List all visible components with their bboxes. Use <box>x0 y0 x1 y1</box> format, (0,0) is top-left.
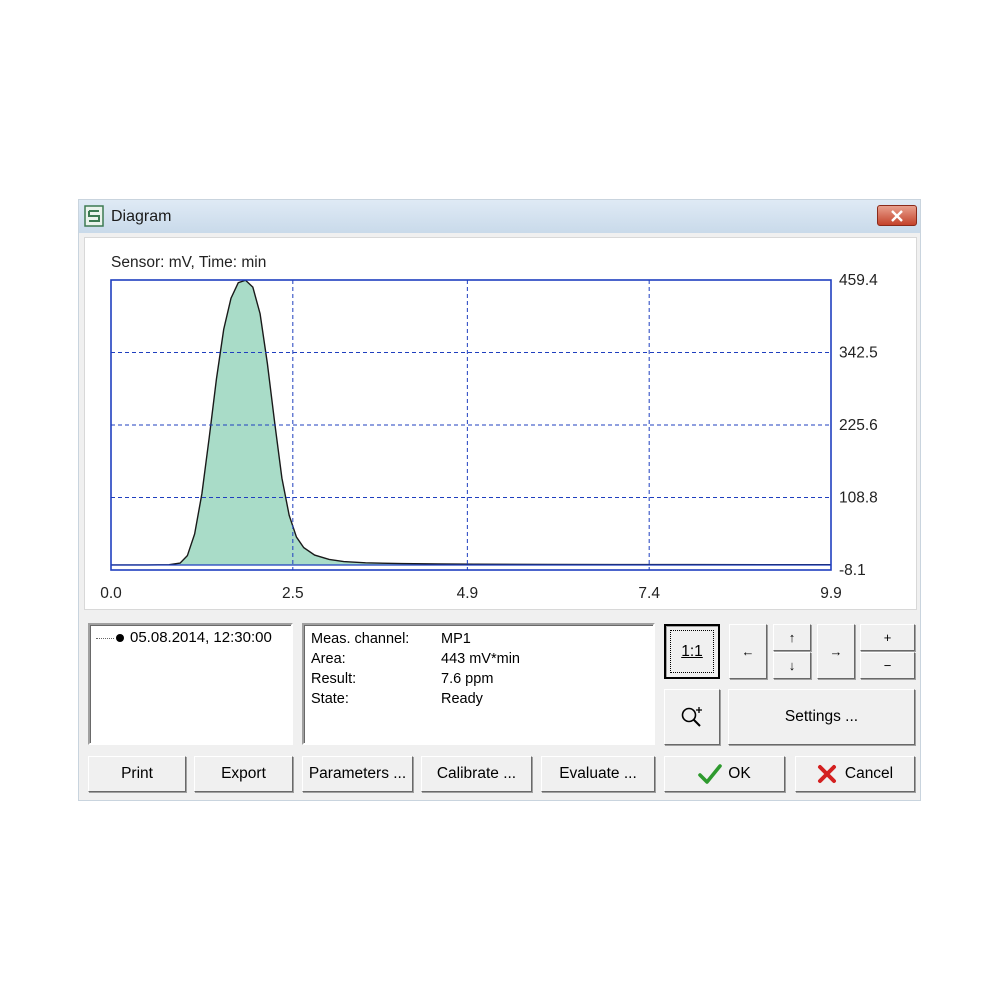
info-value: 7.6 ppm <box>441 671 494 687</box>
info-row-area: Area: 443 mV*min <box>311 651 520 667</box>
evaluate-label: Evaluate ... <box>559 765 637 782</box>
x-tick-label: 0.0 <box>100 585 122 602</box>
plus-icon: + <box>883 630 892 645</box>
arrow-down-icon: ↓ <box>788 658 796 673</box>
y-tick-label: -8.1 <box>839 562 866 579</box>
info-row-state: State: Ready <box>311 691 483 707</box>
calibrate-button[interactable]: Calibrate ... <box>421 756 532 792</box>
close-icon <box>891 210 903 222</box>
info-row-channel: Meas. channel: MP1 <box>311 631 471 647</box>
x-tick-label: 4.9 <box>457 585 479 602</box>
window-title: Diagram <box>111 208 172 225</box>
info-value: 443 mV*min <box>441 651 520 667</box>
info-panel: Meas. channel: MP1 Area: 443 mV*min Resu… <box>302 623 655 745</box>
pan-right-button[interactable]: → <box>817 624 855 679</box>
ok-label: OK <box>728 765 751 782</box>
focus-indicator <box>670 630 714 673</box>
arrow-left-icon: ← <box>741 644 755 659</box>
pan-up-button[interactable]: ↑ <box>773 624 811 651</box>
list-item[interactable]: 05.08.2014, 12:30:00 <box>96 629 272 646</box>
y-tick-label: 459.4 <box>839 272 878 289</box>
parameters-button[interactable]: Parameters ... <box>302 756 413 792</box>
info-row-result: Result: 7.6 ppm <box>311 671 493 687</box>
magnifier-plus-icon <box>681 707 702 727</box>
app-icon <box>84 205 104 227</box>
chart-panel: Sensor: mV, Time: min 459.4 342.5 225.6 108… <box>84 237 917 610</box>
zoom-tool-button[interactable] <box>664 689 720 745</box>
x-tick-label: 7.4 <box>638 585 660 602</box>
title-bar: Diagram <box>79 200 920 233</box>
x-tick-label: 2.5 <box>282 585 304 602</box>
y-tick-label: 108.8 <box>839 489 878 506</box>
cancel-label: Cancel <box>844 765 894 782</box>
zoom-reset-button[interactable]: 1:1 <box>664 624 720 679</box>
y-tick-label: 342.5 <box>839 345 878 362</box>
sensor-chart: Sensor: mV, Time: min 459.4 342.5 225.6 108… <box>100 254 878 602</box>
diagram-window: Diagram Sensor: mV, Time: min 459.4 342.5… <box>78 199 921 801</box>
info-value: Ready <box>441 691 483 707</box>
info-label: Area: <box>311 651 346 667</box>
parameters-label: Parameters ... <box>308 765 407 782</box>
info-label: Result: <box>311 671 357 687</box>
export-label: Export <box>221 765 266 782</box>
ok-button[interactable]: OK <box>664 756 785 792</box>
info-value: MP1 <box>441 631 471 647</box>
settings-button[interactable]: Settings ... <box>728 689 915 745</box>
calibrate-label: Calibrate ... <box>436 765 517 782</box>
minus-icon: − <box>883 658 892 673</box>
info-label: Meas. channel: <box>311 631 410 647</box>
info-label: State: <box>311 691 349 707</box>
print-button[interactable]: Print <box>88 756 186 792</box>
zoom-out-button[interactable]: − <box>860 652 915 679</box>
print-label: Print <box>121 765 153 782</box>
pan-down-button[interactable]: ↓ <box>773 652 811 679</box>
x-tick-label: 9.9 <box>820 585 842 602</box>
arrow-right-icon: → <box>829 644 843 659</box>
cross-icon <box>817 765 836 783</box>
measurement-list[interactable]: 05.08.2014, 12:30:00 <box>88 623 293 745</box>
cancel-button[interactable]: Cancel <box>795 756 915 792</box>
y-tick-label: 225.6 <box>839 417 878 434</box>
settings-label: Settings ... <box>784 708 859 725</box>
export-button[interactable]: Export <box>194 756 293 792</box>
bullet-icon <box>116 634 124 643</box>
chart-header: Sensor: mV, Time: min <box>111 254 266 271</box>
close-button[interactable] <box>877 205 917 226</box>
zoom-in-button[interactable]: + <box>860 624 915 651</box>
tree-connector <box>96 637 114 639</box>
evaluate-button[interactable]: Evaluate ... <box>541 756 655 792</box>
checkmark-icon <box>698 764 723 784</box>
arrow-up-icon: ↑ <box>788 630 796 645</box>
list-item-date: 05.08.2014, 12:30:00 <box>130 629 272 646</box>
pan-left-button[interactable]: ← <box>729 624 767 679</box>
